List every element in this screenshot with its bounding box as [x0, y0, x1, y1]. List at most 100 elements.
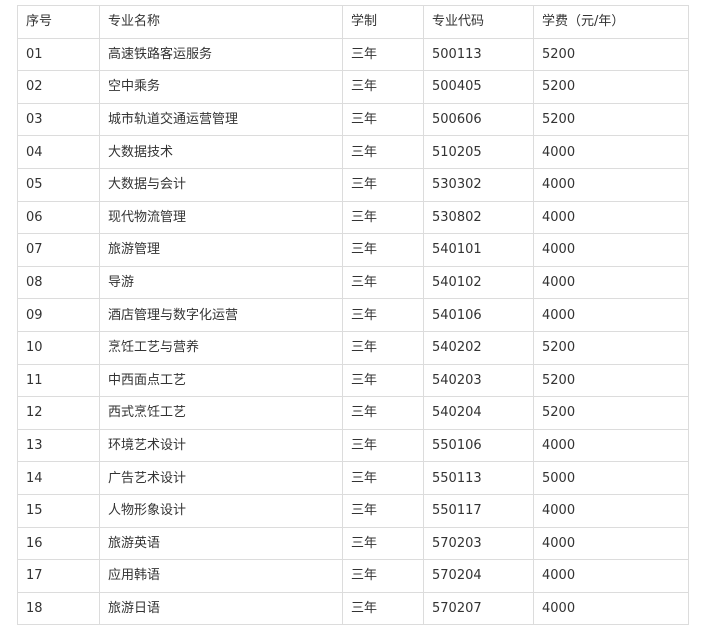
table-row: 01 高速铁路客运服务 三年 500113 5200: [17, 37, 689, 72]
cell-major-name: 旅游管理: [99, 233, 343, 267]
table-header-row: 序号 专业名称 学制 专业代码 学费（元/年）: [17, 5, 689, 39]
cell-tuition: 5200: [533, 396, 689, 430]
cell-duration: 三年: [342, 493, 424, 528]
table-row: 06 现代物流管理 三年 530802 4000: [17, 200, 689, 235]
cell-duration: 三年: [342, 298, 424, 332]
cell-index: 12: [17, 396, 100, 430]
table-row: 17 应用韩语 三年 570204 4000: [17, 559, 689, 593]
cell-duration: 三年: [342, 461, 424, 495]
cell-tuition: 5200: [533, 37, 689, 72]
cell-major-name: 空中乘务: [99, 70, 343, 104]
cell-index: 03: [17, 102, 100, 137]
cell-duration: 三年: [342, 200, 424, 235]
table-row: 03 城市轨道交通运营管理 三年 500606 5200: [17, 102, 689, 137]
cell-major-code: 550106: [423, 428, 534, 463]
cell-major-code: 530302: [423, 167, 534, 202]
table-row: 09 酒店管理与数字化运营 三年 540106 4000: [17, 298, 689, 332]
cell-major-code: 540106: [423, 298, 534, 332]
table-body: 01 高速铁路客运服务 三年 500113 5200 02 空中乘务 三年 500405 5200…: [17, 37, 689, 626]
cell-major-code: 500113: [423, 37, 534, 72]
cell-index: 10: [17, 330, 100, 365]
cell-tuition: 5200: [533, 102, 689, 137]
cell-duration: 三年: [342, 102, 424, 137]
cell-tuition: 4000: [533, 265, 689, 300]
cell-major-name: 中西面点工艺: [99, 363, 343, 398]
cell-major-code: 530802: [423, 200, 534, 235]
table-row: 05 大数据与会计 三年 530302 4000: [17, 167, 689, 202]
cell-tuition: 4000: [533, 526, 689, 561]
table-row: 08 导游 三年 540102 4000: [17, 265, 689, 300]
cell-index: 11: [17, 363, 100, 398]
cell-major-name: 大数据与会计: [99, 167, 343, 202]
cell-tuition: 4000: [533, 428, 689, 463]
cell-major-name: 现代物流管理: [99, 200, 343, 235]
cell-tuition: 4000: [533, 591, 689, 626]
cell-major-code: 500405: [423, 70, 534, 104]
table-row: 07 旅游管理 三年 540101 4000: [17, 233, 689, 267]
cell-tuition: 5200: [533, 330, 689, 365]
cell-duration: 三年: [342, 428, 424, 463]
cell-major-name: 环境艺术设计: [99, 428, 343, 463]
cell-major-code: 550117: [423, 493, 534, 528]
cell-major-name: 酒店管理与数字化运营: [99, 298, 343, 332]
major-table-container: 序号 专业名称 学制 专业代码 学费（元/年） 01 高速铁路客运服务 三年 5001…: [17, 5, 689, 626]
cell-duration: 三年: [342, 330, 424, 365]
cell-tuition: 4000: [533, 135, 689, 169]
cell-duration: 三年: [342, 233, 424, 267]
header-duration: 学制: [342, 5, 424, 39]
table-row: 16 旅游英语 三年 570203 4000: [17, 526, 689, 561]
cell-tuition: 4000: [533, 233, 689, 267]
cell-index: 05: [17, 167, 100, 202]
table-row: 10 烹饪工艺与营养 三年 540202 5200: [17, 330, 689, 365]
cell-tuition: 5200: [533, 70, 689, 104]
cell-index: 09: [17, 298, 100, 332]
cell-index: 02: [17, 70, 100, 104]
cell-tuition: 4000: [533, 493, 689, 528]
cell-index: 16: [17, 526, 100, 561]
cell-duration: 三年: [342, 396, 424, 430]
header-index: 序号: [17, 5, 100, 39]
cell-major-code: 500606: [423, 102, 534, 137]
cell-index: 14: [17, 461, 100, 495]
cell-major-name: 高速铁路客运服务: [99, 37, 343, 72]
cell-major-name: 人物形象设计: [99, 493, 343, 528]
cell-duration: 三年: [342, 135, 424, 169]
table-row: 18 旅游日语 三年 570207 4000: [17, 591, 689, 626]
cell-major-name: 烹饪工艺与营养: [99, 330, 343, 365]
cell-index: 17: [17, 559, 100, 593]
cell-duration: 三年: [342, 265, 424, 300]
cell-major-name: 应用韩语: [99, 559, 343, 593]
table-row: 12 西式烹饪工艺 三年 540204 5200: [17, 396, 689, 430]
table-row: 15 人物形象设计 三年 550117 4000: [17, 493, 689, 528]
cell-tuition: 5000: [533, 461, 689, 495]
cell-duration: 三年: [342, 70, 424, 104]
cell-duration: 三年: [342, 591, 424, 626]
cell-index: 07: [17, 233, 100, 267]
cell-index: 04: [17, 135, 100, 169]
table-row: 02 空中乘务 三年 500405 5200: [17, 70, 689, 104]
cell-tuition: 4000: [533, 167, 689, 202]
cell-major-code: 570203: [423, 526, 534, 561]
cell-major-name: 旅游日语: [99, 591, 343, 626]
cell-duration: 三年: [342, 167, 424, 202]
cell-index: 08: [17, 265, 100, 300]
cell-major-code: 540204: [423, 396, 534, 430]
cell-index: 18: [17, 591, 100, 626]
cell-major-code: 540202: [423, 330, 534, 365]
major-table: 序号 专业名称 学制 专业代码 学费（元/年） 01 高速铁路客运服务 三年 5001…: [17, 5, 689, 626]
table-row: 04 大数据技术 三年 510205 4000: [17, 135, 689, 169]
header-tuition: 学费（元/年）: [533, 5, 689, 39]
cell-major-name: 导游: [99, 265, 343, 300]
header-major-code: 专业代码: [423, 5, 534, 39]
cell-major-name: 城市轨道交通运营管理: [99, 102, 343, 137]
cell-major-code: 570204: [423, 559, 534, 593]
cell-tuition: 5200: [533, 363, 689, 398]
cell-index: 06: [17, 200, 100, 235]
cell-index: 01: [17, 37, 100, 72]
cell-major-code: 540101: [423, 233, 534, 267]
cell-duration: 三年: [342, 363, 424, 398]
cell-major-name: 大数据技术: [99, 135, 343, 169]
cell-duration: 三年: [342, 526, 424, 561]
table-row: 13 环境艺术设计 三年 550106 4000: [17, 428, 689, 463]
cell-duration: 三年: [342, 559, 424, 593]
